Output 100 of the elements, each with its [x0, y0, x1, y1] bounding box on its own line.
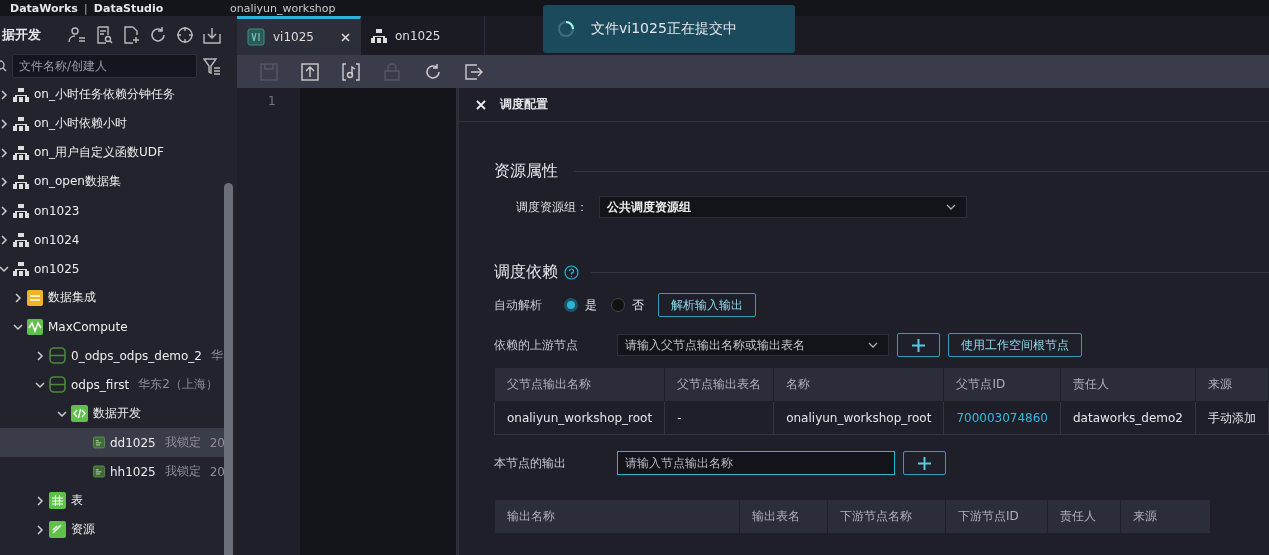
sql-file-icon [93, 463, 105, 480]
tree-item-label: 表 [71, 492, 83, 509]
tree-item-label: on_用户自定义函数UDF [34, 144, 164, 161]
column-header: 输出表名 [739, 499, 828, 534]
chevron-icon[interactable] [0, 118, 8, 129]
tree-item[interactable]: 0_odps_odps_demo_2 华 [0, 341, 225, 370]
chevron-icon[interactable] [14, 292, 22, 303]
tree-item-label: on_open数据集 [34, 173, 121, 190]
field-label: 依赖的上游节点 [493, 336, 579, 354]
close-icon[interactable] [341, 32, 350, 42]
tree-item-label: on1024 [34, 232, 80, 247]
chevron-icon[interactable] [0, 264, 9, 273]
column-header: 输出名称 [494, 499, 740, 534]
tree-item-label: on1025 [34, 261, 80, 276]
column-header: 来源 [1195, 367, 1269, 402]
module-name: DataStudio [93, 1, 164, 15]
add-button[interactable] [896, 333, 940, 357]
tree-item-date: 20 [209, 435, 225, 450]
tree-item-note: 我锁定 [164, 434, 201, 451]
field-label: 本节点的输出 [493, 454, 567, 472]
tree-item[interactable]: 资源 [0, 515, 225, 544]
column-header: 父节点ID [943, 367, 1061, 402]
workflow-icon [13, 116, 29, 131]
tree-item[interactable]: on_用户自定义函数UDF [0, 138, 225, 167]
tree-item-label: 数据集成 [48, 289, 96, 306]
add-button[interactable] [902, 451, 946, 475]
tree-item[interactable]: on_open数据集 [0, 167, 225, 196]
help-icon[interactable] [563, 264, 579, 280]
column-header: 责任人 [1047, 499, 1121, 534]
chevron-icon[interactable] [13, 322, 23, 331]
sidebar-title: 据开发 [2, 26, 41, 44]
import-icon[interactable] [203, 26, 221, 44]
editor-tab[interactable]: vi1025 [237, 16, 361, 55]
chevron-icon[interactable] [36, 350, 44, 361]
tree-item[interactable]: on1024 [0, 225, 225, 254]
tree-item[interactable]: dd1025 我锁定 20 [0, 428, 225, 457]
tree-item[interactable]: on1025 [0, 254, 225, 283]
tree-item[interactable]: hh1025 我锁定 20 [0, 457, 225, 486]
table-icon [49, 492, 66, 509]
search-field[interactable]: 文件名称/创建人 [12, 54, 197, 78]
tree-item-note: 华东2（上海） [138, 376, 218, 393]
close-icon[interactable] [475, 99, 486, 110]
resource-icon [49, 521, 66, 538]
document-search-icon[interactable] [95, 26, 113, 44]
code-icon [71, 405, 88, 422]
plus-icon [917, 456, 931, 470]
tree-item[interactable]: on_小时任务依赖分钟任务 [0, 80, 225, 109]
chevron-icon[interactable] [57, 409, 67, 418]
toast-message: 文件vi1025正在提交中 [591, 20, 737, 38]
search-icon [0, 60, 8, 72]
exit-icon[interactable] [465, 62, 483, 81]
tree-item[interactable]: MaxCompute [0, 312, 225, 341]
maxcompute-icon [27, 318, 43, 335]
chevron-icon[interactable] [0, 234, 8, 245]
tree-item-label: 数据开发 [93, 405, 141, 422]
dropdown-icon [945, 204, 956, 210]
locate-icon[interactable] [176, 26, 194, 44]
tree-item[interactable]: on_小时依赖小时 [0, 109, 225, 138]
refresh-icon[interactable] [424, 62, 442, 81]
chevron-icon[interactable] [0, 147, 8, 158]
column-header: 父节点输出表名 [664, 367, 774, 402]
radio-option[interactable]: 是 [563, 296, 597, 314]
tree-item[interactable]: on1023 [0, 196, 225, 225]
refresh-icon[interactable] [149, 26, 167, 44]
product-name: DataWorks [10, 1, 78, 15]
workspace-name[interactable]: onaliyun_workshop [230, 1, 336, 15]
column-header: 来源 [1120, 499, 1211, 534]
workflow-icon [13, 203, 29, 218]
section-heading: 资源属性 [493, 160, 558, 182]
tree-item[interactable]: 表 [0, 486, 225, 515]
file-type-icon [247, 28, 265, 46]
radio-button[interactable] [563, 298, 578, 312]
field-label: 调度资源组： [515, 198, 589, 216]
tree-item[interactable]: odps_first 华东2（上海） [0, 370, 225, 399]
column-header: 下游节点ID [945, 499, 1048, 534]
filter-icon[interactable] [203, 57, 221, 75]
output-name-field[interactable]: 请输入节点输出名称 [616, 451, 895, 475]
tree-item-note: 我锁定 [164, 463, 201, 480]
radio-option[interactable]: 否 [610, 296, 644, 314]
chevron-icon[interactable] [36, 495, 44, 506]
new-file-icon[interactable] [122, 26, 140, 44]
radio-button[interactable] [610, 298, 625, 312]
submit-icon[interactable] [301, 62, 319, 81]
chevron-icon[interactable] [36, 524, 44, 535]
upstream-select[interactable]: 请输入父节点输出名称或输出表名 [616, 334, 889, 356]
node-id-link[interactable]: 700003074860 [943, 401, 1061, 435]
table-cell: - [664, 401, 774, 435]
chevron-icon[interactable] [35, 380, 45, 389]
scrollbar-thumb[interactable] [224, 183, 233, 555]
user-list-icon[interactable] [68, 26, 86, 44]
chevron-icon[interactable] [0, 205, 8, 216]
chevron-icon[interactable] [0, 176, 8, 187]
tree-item[interactable]: 数据集成 [0, 283, 225, 312]
parse-button[interactable]: 解析输入输出 [657, 293, 756, 317]
resource-group-select[interactable]: 公共调度资源组 [598, 196, 967, 218]
line-number: 1 [268, 94, 276, 108]
chevron-icon[interactable] [0, 89, 8, 100]
tree-item[interactable]: 数据开发 [0, 399, 225, 428]
spinner-icon [557, 20, 575, 38]
root-node-button[interactable]: 使用工作空间根节点 [947, 333, 1082, 357]
